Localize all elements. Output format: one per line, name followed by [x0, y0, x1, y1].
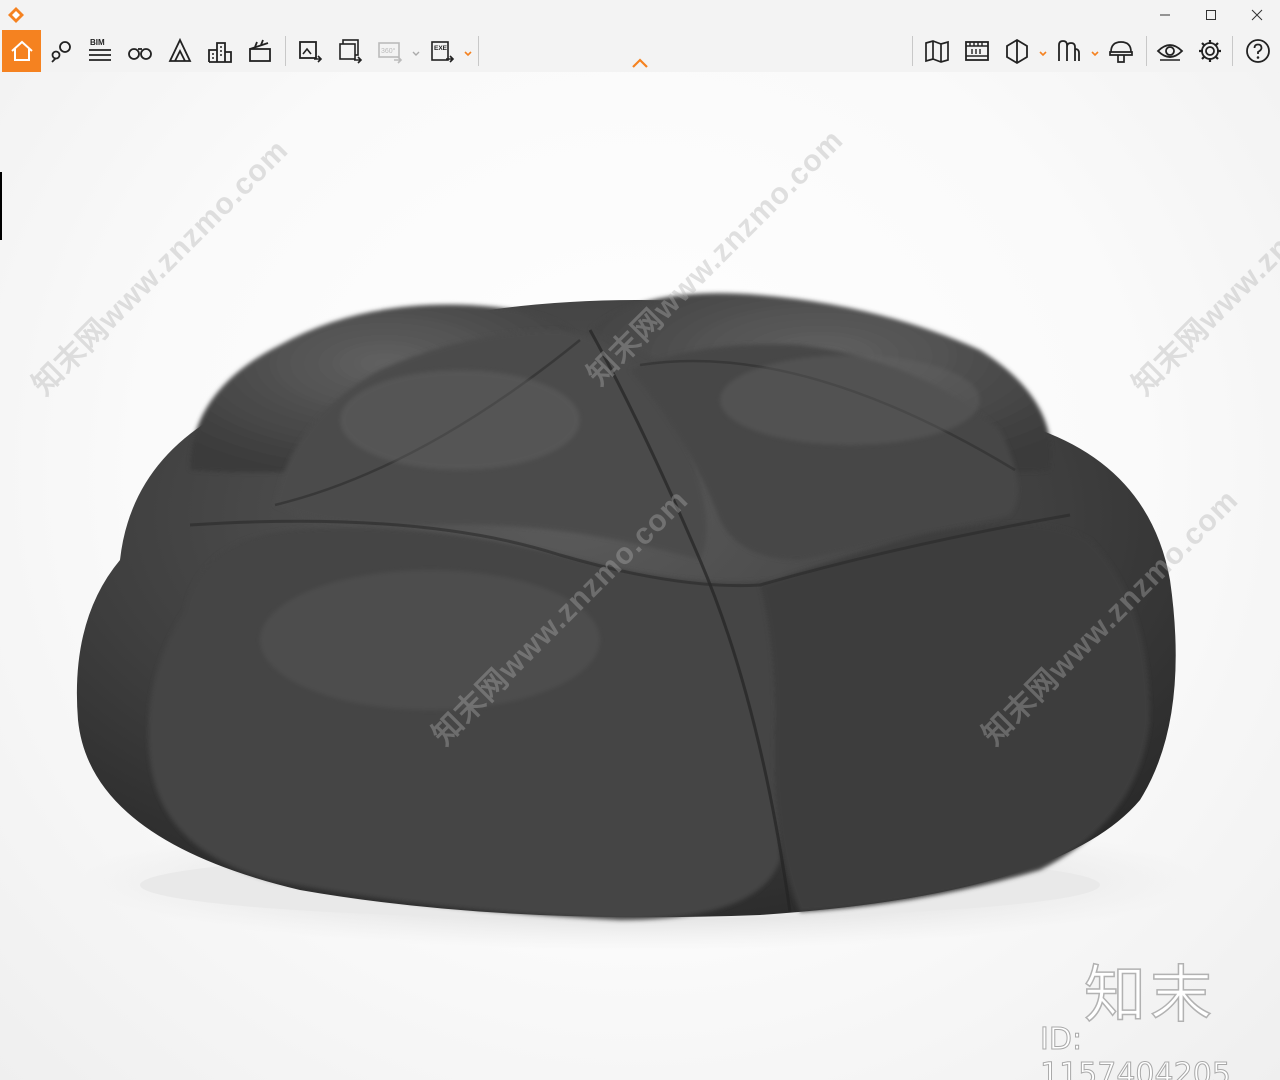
- mode-dropdown-chevron-icon[interactable]: [1090, 46, 1100, 57]
- render-image-icon: [299, 41, 323, 63]
- film-button[interactable]: [959, 32, 995, 70]
- settings-icon: [1199, 40, 1221, 62]
- perspective-icon: [168, 37, 192, 62]
- panorama-label: 360°: [381, 47, 396, 55]
- app-logo-icon: [6, 5, 26, 25]
- toolbar-separator: [285, 36, 286, 66]
- toolbar-separator: [1146, 36, 1147, 66]
- close-button[interactable]: [1234, 0, 1280, 30]
- visibility-button[interactable]: [1152, 32, 1188, 70]
- export-exe-button[interactable]: EXE: [424, 32, 460, 70]
- toolbar-separator: [1232, 36, 1233, 66]
- buildings-button[interactable]: [202, 32, 238, 70]
- location-button[interactable]: [43, 32, 79, 70]
- hardhat-button[interactable]: [1103, 32, 1139, 70]
- clapper-icon: [249, 39, 271, 62]
- cube-dropdown-chevron-icon[interactable]: [1038, 46, 1048, 57]
- perspective-button[interactable]: [162, 32, 198, 70]
- binoculars-button[interactable]: [122, 32, 158, 70]
- exe-label: EXE: [434, 45, 448, 52]
- bim-button[interactable]: BIM: [82, 32, 118, 70]
- bim-icon: BIM: [89, 38, 111, 61]
- location-icon: [51, 41, 71, 63]
- collapse-toolbar-chevron-up-icon[interactable]: [630, 56, 650, 70]
- buildings-icon: [208, 42, 232, 63]
- render-viewport[interactable]: 知末网www.znzmo.com 知末网www.znzmo.com 知末网www…: [0, 72, 1280, 1080]
- cube-button[interactable]: [999, 32, 1035, 70]
- toolbar-separator: [912, 36, 913, 66]
- toolbar-separator: [478, 36, 479, 66]
- map-icon: [925, 40, 949, 63]
- mode-icon: [1058, 40, 1080, 61]
- title-bar: [0, 0, 1280, 30]
- minimize-button[interactable]: [1142, 0, 1188, 30]
- mode-button[interactable]: [1051, 32, 1087, 70]
- export-exe-icon: EXE: [431, 41, 455, 63]
- panorama-dropdown-chevron-icon[interactable]: [411, 46, 421, 56]
- brand-watermark: 知末: [1083, 957, 1217, 1032]
- help-icon: [1246, 39, 1270, 63]
- home-icon: [10, 40, 33, 61]
- panorama-icon: 360°: [378, 42, 403, 64]
- model-id-label: ID: 1157404205: [1040, 1022, 1232, 1080]
- help-button[interactable]: [1240, 32, 1276, 70]
- film-icon: [965, 41, 989, 61]
- home-button[interactable]: [2, 30, 41, 72]
- animation-button[interactable]: [242, 32, 278, 70]
- export-dropdown-chevron-icon[interactable]: [463, 46, 473, 57]
- maximize-button[interactable]: [1188, 0, 1234, 30]
- settings-button[interactable]: [1192, 32, 1228, 70]
- main-toolbar: BIM 360° EXE: [0, 30, 1280, 72]
- render-image-button[interactable]: [292, 32, 328, 70]
- render-batch-button[interactable]: [332, 32, 368, 70]
- render-batch-icon: [339, 39, 363, 64]
- eye-icon: [1156, 44, 1184, 61]
- map-button[interactable]: [919, 32, 955, 70]
- hardhat-icon: [1109, 41, 1133, 63]
- bim-label: BIM: [90, 38, 105, 47]
- binoculars-icon: [128, 48, 152, 60]
- cube-icon: [1006, 38, 1028, 65]
- panorama-button[interactable]: 360°: [372, 32, 408, 70]
